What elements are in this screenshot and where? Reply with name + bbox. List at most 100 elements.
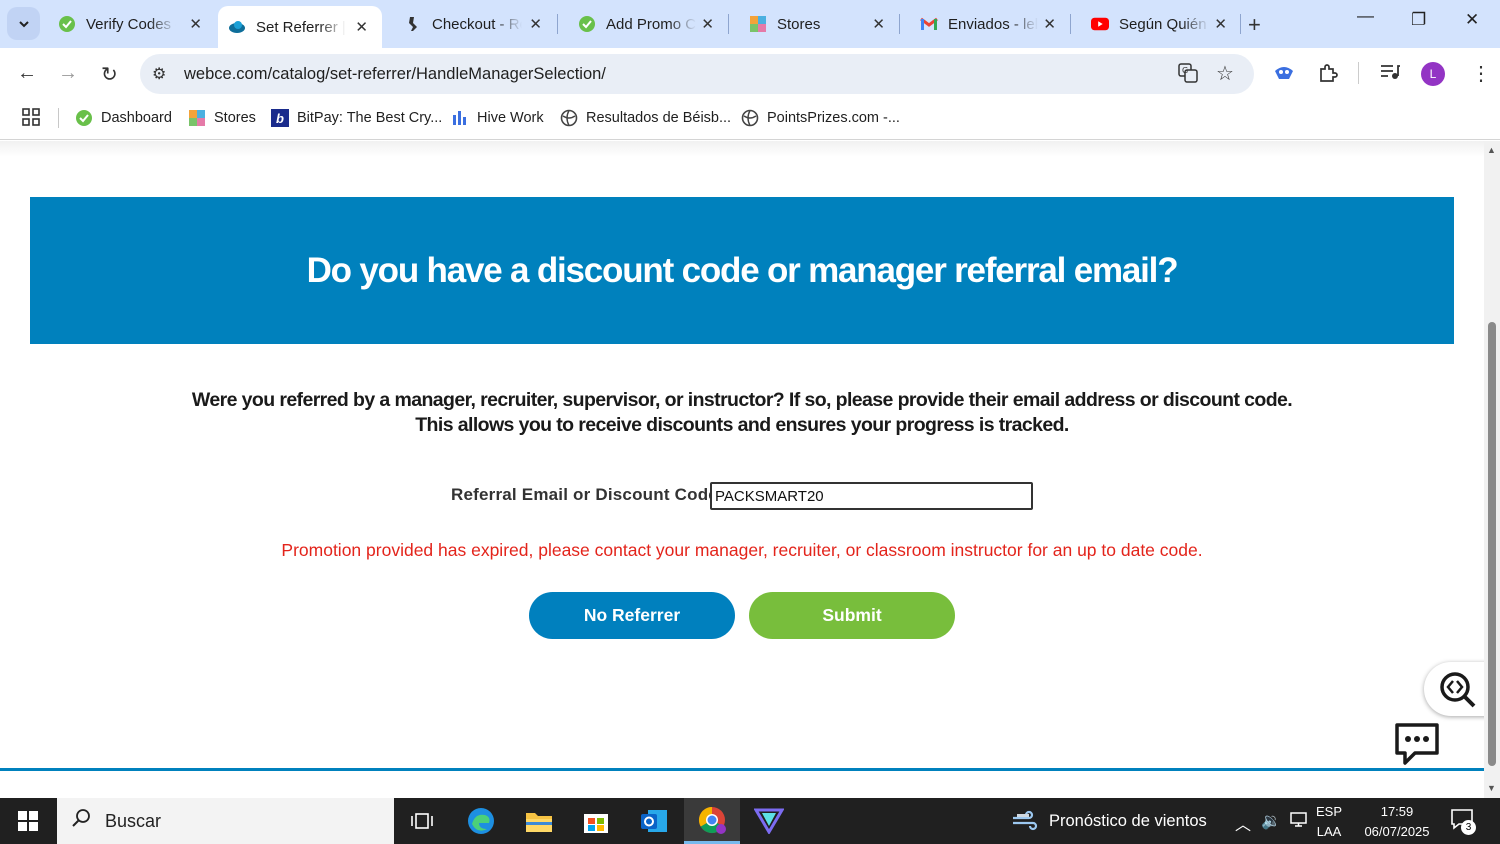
url-text[interactable]: webce.com/catalog/set-referrer/HandleMan…	[184, 65, 606, 84]
forward-arrow-icon[interactable]: →	[58, 62, 78, 85]
tab-checkout[interactable]: Checkout - Ro ✕	[384, 0, 556, 48]
scroll-up-arrow-icon[interactable]: ▲	[1487, 145, 1496, 155]
translate-icon[interactable]: G	[1178, 63, 1198, 88]
close-icon[interactable]: ✕	[1043, 15, 1056, 33]
tab-title: Stores	[777, 15, 821, 33]
bookmark-hive-work[interactable]: Hive Work	[451, 109, 544, 127]
restore-icon[interactable]: ❐	[1411, 10, 1426, 30]
bookmark-dashboard[interactable]: Dashboard	[75, 109, 172, 127]
notification-count-badge: 3	[1461, 820, 1476, 835]
youtube-icon	[1091, 15, 1109, 33]
clock-time: 17:59	[1380, 804, 1414, 819]
green-check-icon	[75, 109, 93, 127]
extension-cat-icon[interactable]	[1273, 63, 1295, 89]
chat-widget[interactable]	[1393, 721, 1441, 767]
hero-banner: Do you have a discount code or manager r…	[30, 197, 1454, 344]
profile-avatar[interactable]: L	[1421, 62, 1445, 86]
microsoft-store-icon[interactable]	[568, 798, 624, 844]
language-indicator[interactable]: ESP LAA	[1316, 802, 1342, 842]
close-icon[interactable]: ✕	[872, 15, 885, 33]
intro-line-1: Were you referred by a manager, recruite…	[191, 389, 1293, 411]
windows-start-icon[interactable]	[18, 811, 38, 836]
tab-stores[interactable]: Stores ✕	[729, 0, 899, 48]
chat-bubble-icon	[1395, 723, 1439, 765]
tab-set-referrer[interactable]: Set Referrer | W ✕	[218, 6, 382, 48]
referral-field-label: Referral Email or Discount Code:	[451, 485, 724, 504]
taskbar-search[interactable]: Buscar	[57, 798, 394, 844]
tab-title: Add Promo Co	[606, 15, 696, 33]
outlook-icon[interactable]	[626, 798, 682, 844]
reload-icon[interactable]: ↻	[101, 62, 118, 87]
task-view-icon[interactable]	[394, 798, 450, 844]
stores-icon	[188, 109, 206, 127]
page-title: Do you have a discount code or manager r…	[306, 250, 1179, 290]
clock-date: 06/07/2025	[1364, 824, 1430, 839]
volume-icon[interactable]: 🔉	[1261, 811, 1281, 831]
intro-line-2: This allows you to receive discounts and…	[415, 414, 1069, 436]
site-info-icon[interactable]: ⚙	[152, 64, 166, 84]
tab-gmail[interactable]: Enviados - lelc ✕	[900, 0, 1070, 48]
globe-icon	[560, 109, 578, 127]
webce-icon	[228, 18, 246, 36]
globe-icon	[741, 109, 759, 127]
intro-text: Were you referred by a manager, recruite…	[0, 388, 1484, 438]
tab-title: Enviados - lelc	[948, 15, 1038, 33]
referral-code-input[interactable]	[710, 482, 1033, 510]
tab-title: Verify Codes –	[86, 15, 176, 33]
close-icon[interactable]: ✕	[529, 15, 542, 33]
tab-youtube[interactable]: Según Quién ✕	[1071, 0, 1241, 48]
gmail-icon	[920, 15, 938, 33]
notifications-button[interactable]: 3	[1451, 808, 1476, 835]
tab-verify-codes[interactable]: Verify Codes – ✕	[38, 0, 216, 48]
vpn-triangle-icon[interactable]	[741, 798, 797, 844]
close-icon[interactable]: ✕	[1214, 15, 1227, 33]
green-check-icon	[578, 15, 596, 33]
bookmark-stores[interactable]: Stores	[188, 109, 256, 127]
edge-icon[interactable]	[453, 798, 509, 844]
search-placeholder: Buscar	[105, 810, 162, 831]
weather-text: Pronóstico de vientos	[1049, 811, 1207, 830]
tray-expand-chevron-icon[interactable]: ︿	[1235, 811, 1251, 835]
file-explorer-icon[interactable]	[511, 798, 567, 844]
shoe-icon	[404, 15, 422, 33]
tab-title: Set Referrer | W	[256, 18, 346, 36]
close-icon[interactable]: ✕	[189, 15, 202, 33]
scroll-down-arrow-icon[interactable]: ▼	[1487, 783, 1496, 793]
media-control-icon[interactable]	[1380, 63, 1400, 87]
window-close-icon[interactable]: ✕	[1465, 10, 1479, 30]
windows-taskbar: Buscar Pronóstico de vientos ︿ 🔉 ESP LAA…	[0, 798, 1500, 844]
extensions-puzzle-icon[interactable]	[1318, 63, 1338, 89]
bookmark-pointsprizes[interactable]: PointsPrizes.com -...	[741, 109, 900, 127]
error-message: Promotion provided has expired, please c…	[281, 540, 1203, 560]
tab-title: Según Quién	[1119, 15, 1207, 33]
submit-button[interactable]: Submit	[749, 592, 955, 639]
weather-widget[interactable]: Pronóstico de vientos	[1011, 810, 1207, 832]
bookmark-bitpay[interactable]: b BitPay: The Best Cry...	[271, 109, 442, 127]
tab-title: Checkout - Ro	[432, 15, 522, 33]
page-scrollbar[interactable]: ▲ ▼	[1484, 141, 1500, 798]
new-tab-plus-icon[interactable]: +	[1248, 12, 1261, 38]
tab-strip: Verify Codes – ✕ Set Referrer | W ✕ Chec…	[0, 0, 1500, 48]
chrome-icon[interactable]	[684, 798, 740, 844]
apps-grid-icon[interactable]	[22, 108, 40, 131]
tab-search-button[interactable]	[7, 7, 40, 40]
back-arrow-icon[interactable]: ←	[17, 62, 37, 85]
close-icon[interactable]: ✕	[701, 15, 714, 33]
menu-kebab-icon[interactable]: ⋮	[1471, 61, 1491, 86]
minimize-icon[interactable]: —	[1357, 6, 1374, 26]
no-referrer-button[interactable]: No Referrer	[529, 592, 735, 639]
close-icon[interactable]: ✕	[355, 18, 368, 36]
svg-text:G: G	[1182, 66, 1188, 75]
address-bar[interactable]: ⚙ webce.com/catalog/set-referrer/HandleM…	[140, 54, 1254, 94]
hive-bars-icon	[451, 109, 469, 127]
network-icon[interactable]	[1290, 811, 1310, 834]
code-search-widget[interactable]	[1424, 662, 1484, 716]
bookmark-resultados[interactable]: Resultados de Béisb...	[560, 109, 731, 127]
scrollbar-thumb[interactable]	[1488, 322, 1496, 766]
page-content: Do you have a discount code or manager r…	[0, 141, 1484, 798]
bookmark-star-icon[interactable]: ☆	[1216, 61, 1234, 86]
tab-add-promo[interactable]: Add Promo Co ✕	[558, 0, 728, 48]
taskbar-clock[interactable]: 17:59 06/07/2025	[1360, 802, 1434, 842]
bitpay-icon: b	[271, 109, 289, 127]
bookmarks-bar: Dashboard Stores b BitPay: The Best Cry.…	[0, 100, 1500, 140]
